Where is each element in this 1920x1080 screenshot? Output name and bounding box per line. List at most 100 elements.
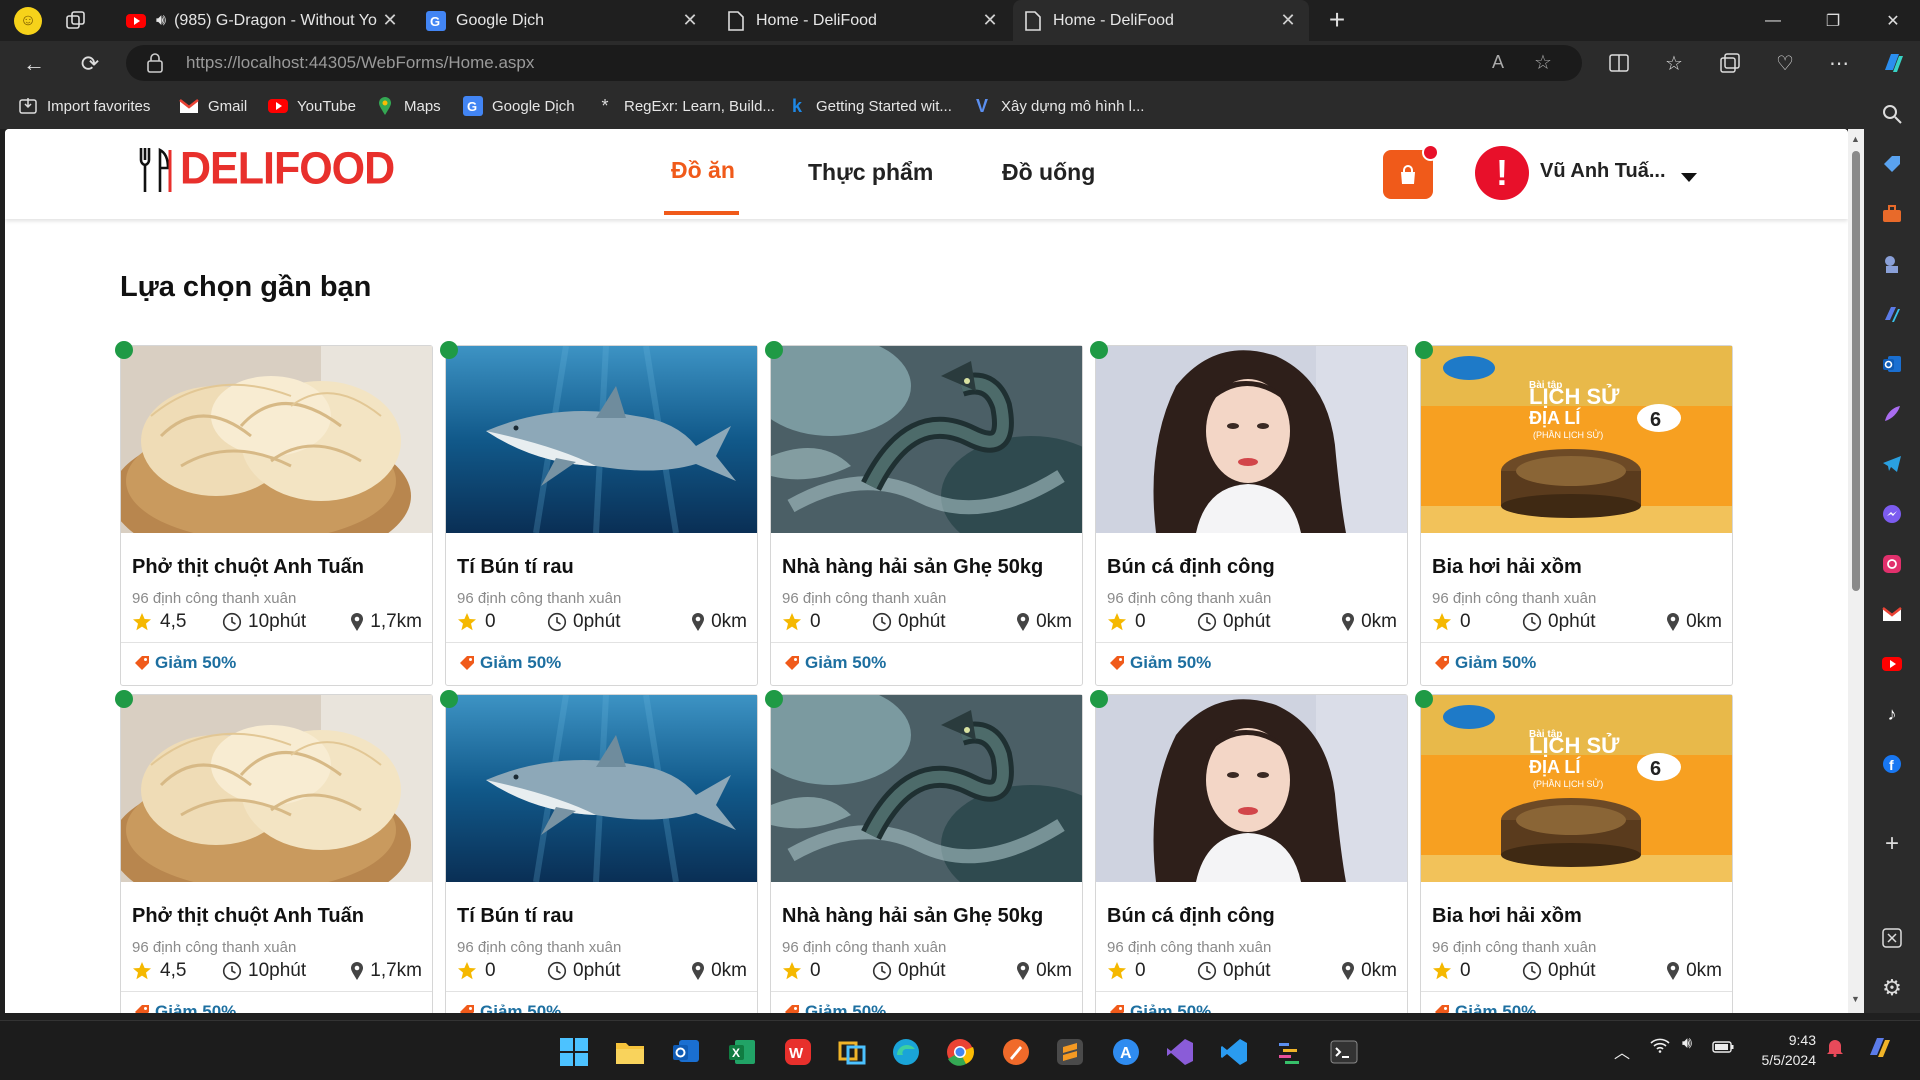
sublime-text-icon[interactable] [1052, 1034, 1088, 1070]
restaurant-name[interactable]: Phở thịt chuột Anh Tuấn [132, 905, 364, 928]
speaker-icon[interactable]: 🔊︎ [156, 12, 166, 30]
edge-browser-icon[interactable] [888, 1034, 924, 1070]
copilot-preview-icon[interactable] [1866, 1033, 1894, 1064]
gmail-sidebar-icon[interactable] [1880, 602, 1904, 626]
pen-app-icon[interactable] [998, 1034, 1034, 1070]
restaurant-name[interactable]: Nhà hàng hải sản Ghẹ 50kg [782, 556, 1043, 579]
discount-badge[interactable]: Giảm 50% [784, 1002, 886, 1013]
nav-thuc-pham[interactable]: Thực phẩm [808, 159, 933, 186]
restaurant-card[interactable]: Phở thịt chuột Anh Tuấn 96 định công tha… [115, 690, 433, 1013]
user-avatar[interactable]: ! [1475, 146, 1529, 200]
chevron-down-icon[interactable] [1681, 173, 1697, 182]
restaurant-card[interactable]: Bài tập LỊCH SỬ ĐỊA LÍ (PHẦN LỊCH SỬ) 6 Bia … [1415, 341, 1733, 686]
restaurant-image[interactable] [1096, 346, 1407, 533]
restaurant-image[interactable] [771, 346, 1082, 533]
ide-icon[interactable] [1272, 1034, 1308, 1070]
designer-icon[interactable] [1880, 402, 1904, 426]
restaurant-card[interactable]: Bún cá định công 96 định công thanh xuân… [1090, 341, 1408, 686]
visual-studio-icon[interactable] [1162, 1034, 1198, 1070]
restaurant-image[interactable] [446, 346, 757, 533]
restaurant-image[interactable] [446, 695, 757, 882]
fav-maps[interactable]: Maps [375, 96, 441, 116]
restaurant-name[interactable]: Phở thịt chuột Anh Tuấn [132, 556, 364, 579]
favorites-icon[interactable]: ☆ [1660, 49, 1688, 77]
scroll-down-icon[interactable]: ▼ [1851, 994, 1860, 1004]
add-sidebar-icon[interactable]: + [1880, 830, 1904, 857]
split-screen-icon[interactable] [1605, 49, 1633, 77]
terminal-icon[interactable] [1326, 1034, 1362, 1070]
scroll-up-icon[interactable]: ▲ [1851, 134, 1860, 144]
restaurant-image[interactable] [1096, 695, 1407, 882]
clock-date[interactable]: 5/5/2024 [1740, 1052, 1817, 1068]
fav-import[interactable]: Import favorites [18, 96, 150, 116]
restaurant-card[interactable]: Nhà hàng hải sản Ghẹ 50kg 96 định công t… [765, 690, 1083, 1013]
windows-start-icon[interactable] [556, 1034, 592, 1070]
youtube-sidebar-icon[interactable] [1880, 652, 1904, 676]
copilot-sidebar-icon[interactable] [1880, 302, 1904, 326]
restaurant-card[interactable]: Bài tập LỊCH SỬ ĐỊA LÍ (PHẦN LỊCH SỬ) 6 Bia … [1415, 690, 1733, 1013]
shopping-tag-icon[interactable] [1880, 152, 1904, 176]
tray-chevron-icon[interactable]: ︿ [1614, 1039, 1630, 1063]
read-aloud-icon[interactable]: A [1492, 52, 1504, 73]
discount-badge[interactable]: Giảm 50% [134, 653, 236, 673]
restaurant-card[interactable]: Tí Bún tí rau 96 định công thanh xuân 0 … [440, 341, 758, 686]
back-arrow-icon[interactable]: ← [16, 46, 52, 82]
tab-delifood-active[interactable]: Home - DeliFood ✕ [1013, 0, 1309, 41]
restaurant-image[interactable] [771, 695, 1082, 882]
close-tab-icon[interactable]: ✕ [1277, 10, 1299, 31]
fav-gmail[interactable]: Gmail [179, 96, 247, 116]
discount-badge[interactable]: Giảm 50% [1109, 1002, 1211, 1013]
restaurant-card[interactable]: Tí Bún tí rau 96 định công thanh xuân 0 … [440, 690, 758, 1013]
chrome-icon[interactable] [942, 1034, 978, 1070]
instagram-icon[interactable] [1880, 552, 1904, 576]
games-icon[interactable] [1880, 252, 1904, 276]
discount-badge[interactable]: Giảm 50% [459, 1002, 561, 1013]
discount-badge[interactable]: Giảm 50% [784, 653, 886, 673]
close-tab-icon[interactable]: ✕ [679, 10, 701, 31]
performance-heart-icon[interactable]: ♡ [1771, 49, 1799, 77]
nav-do-an[interactable]: Đồ ăn [671, 157, 735, 184]
messenger-icon[interactable] [1880, 502, 1904, 526]
page-scrollbar[interactable]: ▲ ▼ [1848, 129, 1864, 1013]
site-logo[interactable]: DELIFOOD [138, 144, 395, 194]
restaurant-image[interactable]: Bài tập LỊCH SỬ ĐỊA LÍ (PHẦN LỊCH SỬ) 6 [1421, 695, 1732, 882]
notification-bell-icon[interactable] [1826, 1037, 1844, 1060]
favorite-star-icon[interactable]: ☆ [1534, 50, 1552, 75]
address-bar[interactable]: https://localhost:44305/WebForms/Home.as… [126, 45, 1582, 81]
more-menu-icon[interactable]: ⋯ [1825, 49, 1853, 77]
profile-avatar[interactable]: ☺ [14, 7, 42, 35]
vscode-icon[interactable] [1216, 1034, 1252, 1070]
restaurant-name[interactable]: Bia hơi hải xồm [1432, 905, 1582, 928]
fav-xay-dung[interactable]: V Xây dựng mô hình l... [972, 96, 1144, 116]
tab-delifood-1[interactable]: Home - DeliFood ✕ [716, 0, 1011, 41]
scrollbar-thumb[interactable] [1852, 151, 1860, 591]
copilot-icon[interactable] [1880, 49, 1908, 77]
outlook-icon[interactable] [1880, 352, 1904, 376]
restaurant-name[interactable]: Tí Bún tí rau [457, 905, 574, 928]
lock-icon[interactable] [146, 53, 164, 73]
nav-do-uong[interactable]: Đồ uống [1002, 159, 1095, 186]
fav-google-translate[interactable]: G Google Dịch [463, 96, 575, 116]
discount-badge[interactable]: Giảm 50% [459, 653, 561, 673]
restaurant-name[interactable]: Nhà hàng hải sản Ghẹ 50kg [782, 905, 1043, 928]
restaurant-card[interactable]: Bún cá định công 96 định công thanh xuân… [1090, 690, 1408, 1013]
volume-icon[interactable]: 🔊︎ [1682, 1035, 1692, 1053]
new-tab-button[interactable]: + [1322, 6, 1352, 36]
tools-icon[interactable] [1880, 202, 1904, 226]
minimize-button[interactable]: — [1743, 0, 1803, 41]
restaurant-name[interactable]: Bia hơi hải xồm [1432, 556, 1582, 579]
tiktok-icon[interactable]: ♪ [1880, 702, 1904, 726]
restaurant-card[interactable]: Phở thịt chuột Anh Tuấn 96 định công tha… [115, 341, 433, 686]
search-icon[interactable] [1880, 102, 1904, 126]
tab-google-translate[interactable]: G Google Dịch ✕ [416, 0, 711, 41]
telegram-icon[interactable] [1880, 452, 1904, 476]
fav-youtube[interactable]: YouTube [268, 96, 356, 116]
workspaces-icon[interactable] [64, 9, 88, 33]
discount-badge[interactable]: Giảm 50% [1109, 653, 1211, 673]
wps-office-icon[interactable]: W [780, 1034, 816, 1070]
restaurant-image[interactable]: Bài tập LỊCH SỬ ĐỊA LÍ (PHẦN LỊCH SỬ) 6 [1421, 346, 1732, 533]
outlook-new-icon[interactable] [668, 1034, 704, 1070]
fav-regexr[interactable]: * RegExr: Learn, Build... [595, 96, 774, 116]
app-store-icon[interactable]: A [1108, 1034, 1144, 1070]
file-explorer-icon[interactable] [612, 1034, 648, 1070]
